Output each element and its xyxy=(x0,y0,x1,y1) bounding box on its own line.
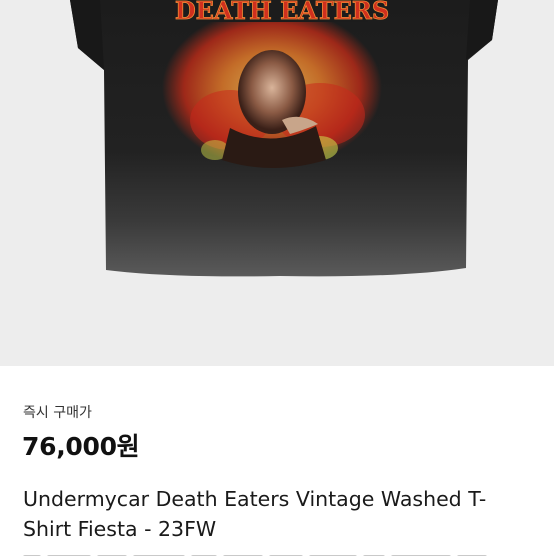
product-info: 즉시 구매가 76,000원 Undermycar Death Eaters V… xyxy=(0,366,554,556)
tshirt-image: DEATH EATERS xyxy=(70,0,498,277)
price-label: 즉시 구매가 xyxy=(23,405,92,421)
product-photo[interactable]: DEATH EATERS xyxy=(0,0,554,366)
print-logo: DEATH EATERS xyxy=(175,0,389,25)
truncated-text-line xyxy=(23,548,523,556)
product-title: Undermycar Death Eaters Vintage Washed T… xyxy=(23,487,487,541)
price: 76,000원 xyxy=(22,432,140,461)
